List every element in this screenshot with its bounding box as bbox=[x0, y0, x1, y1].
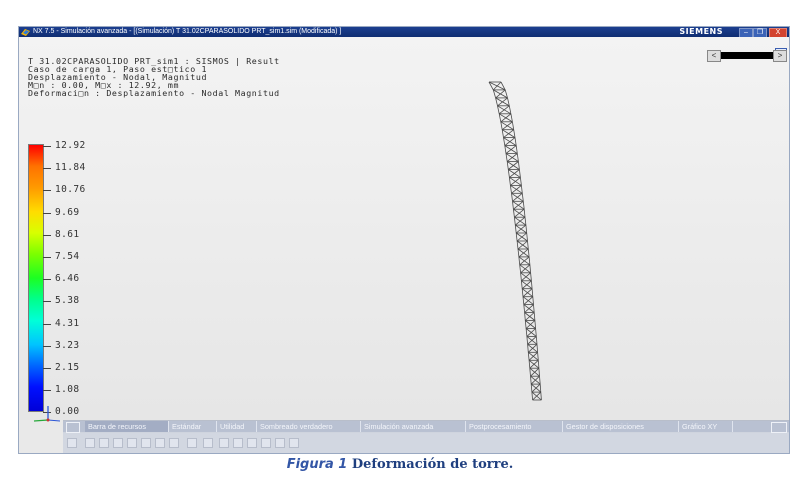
legend-value: 7.54 bbox=[55, 251, 80, 262]
tab-simulacion-avanzada[interactable]: Simulación avanzada bbox=[361, 421, 466, 432]
legend-tick bbox=[43, 279, 51, 281]
legend-value: 4.31 bbox=[55, 317, 80, 329]
legend-value: 1.08 bbox=[55, 384, 80, 396]
toolbar-tool-icon[interactable] bbox=[233, 438, 243, 448]
tab-postprocesamiento[interactable]: Postprocesamiento bbox=[466, 421, 563, 432]
figure-caption-text: Deformación de torre. bbox=[347, 457, 514, 472]
legend-value: 10.76 bbox=[55, 184, 86, 196]
toolbar-options-icon[interactable] bbox=[771, 422, 787, 433]
legend-value: 2.15 bbox=[55, 362, 80, 373]
scroll-track[interactable] bbox=[721, 52, 773, 59]
toolbar-tool-icon[interactable] bbox=[187, 438, 197, 448]
toolbar-icon-row bbox=[63, 433, 789, 453]
legend-tick bbox=[43, 301, 51, 303]
nx-logo-icon bbox=[21, 29, 30, 36]
legend-value: 3.23 bbox=[55, 339, 80, 351]
window-title: NX 7.5 - Simulación avanzada - [(Simulac… bbox=[33, 28, 342, 35]
toolbar-tab-row: Barra de recursos Estándar Utilidad Somb… bbox=[63, 421, 789, 433]
tab-sombreado-verdadero[interactable]: Sombreado verdadero bbox=[257, 421, 361, 432]
siemens-brand: SIEMENS bbox=[679, 27, 723, 36]
legend-tick bbox=[43, 146, 51, 147]
tab-utilidad[interactable]: Utilidad bbox=[217, 421, 257, 432]
legend-value: 9.69 bbox=[55, 206, 80, 218]
toolbar-tool-icon[interactable] bbox=[99, 438, 109, 448]
coordinate-triad-icon bbox=[33, 406, 61, 422]
tab-barra-de-recursos[interactable]: Barra de recursos bbox=[85, 421, 169, 432]
graphics-viewport[interactable]: T 31.02CPARASOLIDO PRT_sim1 : SISMOS | R… bbox=[19, 37, 789, 422]
toolbar-tool-icon[interactable] bbox=[127, 438, 137, 448]
legend-value: 11.84 bbox=[55, 162, 86, 174]
nx-application-window: NX 7.5 - Simulación avanzada - [(Simulac… bbox=[18, 26, 790, 454]
legend-tick bbox=[43, 368, 51, 369]
toolbar-tool-icon[interactable] bbox=[85, 438, 95, 448]
toolbar-tool-icon[interactable] bbox=[169, 438, 179, 448]
toolbar-tool-icon[interactable] bbox=[203, 438, 213, 448]
toolbar-tool-icon[interactable] bbox=[275, 438, 285, 448]
legend-tick bbox=[43, 234, 51, 236]
deformation-line: Deformaci□n : Desplazamiento - Nodal Mag… bbox=[28, 88, 280, 98]
toolbar-tool-icon[interactable] bbox=[155, 438, 165, 448]
legend-tick bbox=[43, 257, 51, 258]
figure-caption: Figura 1 Deformación de torre. bbox=[0, 457, 800, 472]
toolbar-area: Barra de recursos Estándar Utilidad Somb… bbox=[63, 420, 789, 453]
legend-tick bbox=[43, 190, 51, 192]
horizontal-scrollbar[interactable]: < > bbox=[707, 49, 787, 62]
tab-estandar[interactable]: Estándar bbox=[169, 421, 217, 432]
toolbar-tool-icon[interactable] bbox=[113, 438, 123, 448]
legend-value: 12.92 bbox=[55, 140, 86, 151]
toolbar-tool-icon[interactable] bbox=[141, 438, 151, 448]
toolbar-settings-icon[interactable] bbox=[67, 438, 77, 448]
legend-tick bbox=[43, 345, 51, 347]
toolbar-tool-icon[interactable] bbox=[289, 438, 299, 448]
toolbar-tool-icon[interactable] bbox=[219, 438, 229, 448]
scroll-left-button[interactable]: < bbox=[707, 50, 721, 62]
toolbar-tool-icon[interactable] bbox=[247, 438, 257, 448]
legend-color-bar bbox=[28, 144, 44, 412]
legend-tick bbox=[43, 168, 51, 170]
legend-tick bbox=[43, 323, 51, 325]
title-bar[interactable]: NX 7.5 - Simulación avanzada - [(Simulac… bbox=[19, 27, 789, 38]
figure-number: Figura 1 bbox=[286, 457, 348, 472]
legend-value: 5.38 bbox=[55, 295, 80, 307]
scroll-right-button[interactable]: > bbox=[773, 50, 787, 62]
legend-tick bbox=[43, 390, 51, 392]
legend-tick bbox=[43, 212, 51, 214]
deformed-tower-model[interactable] bbox=[459, 80, 549, 405]
tab-gestor-de-disposiciones[interactable]: Gestor de disposiciones bbox=[563, 421, 679, 432]
legend-value: 6.46 bbox=[55, 273, 80, 285]
toolbar-grip-icon[interactable] bbox=[66, 422, 80, 433]
toolbar-tool-icon[interactable] bbox=[261, 438, 271, 448]
legend-value: 8.61 bbox=[55, 228, 80, 240]
tab-grafico-xy[interactable]: Gráfico XY bbox=[679, 421, 733, 432]
